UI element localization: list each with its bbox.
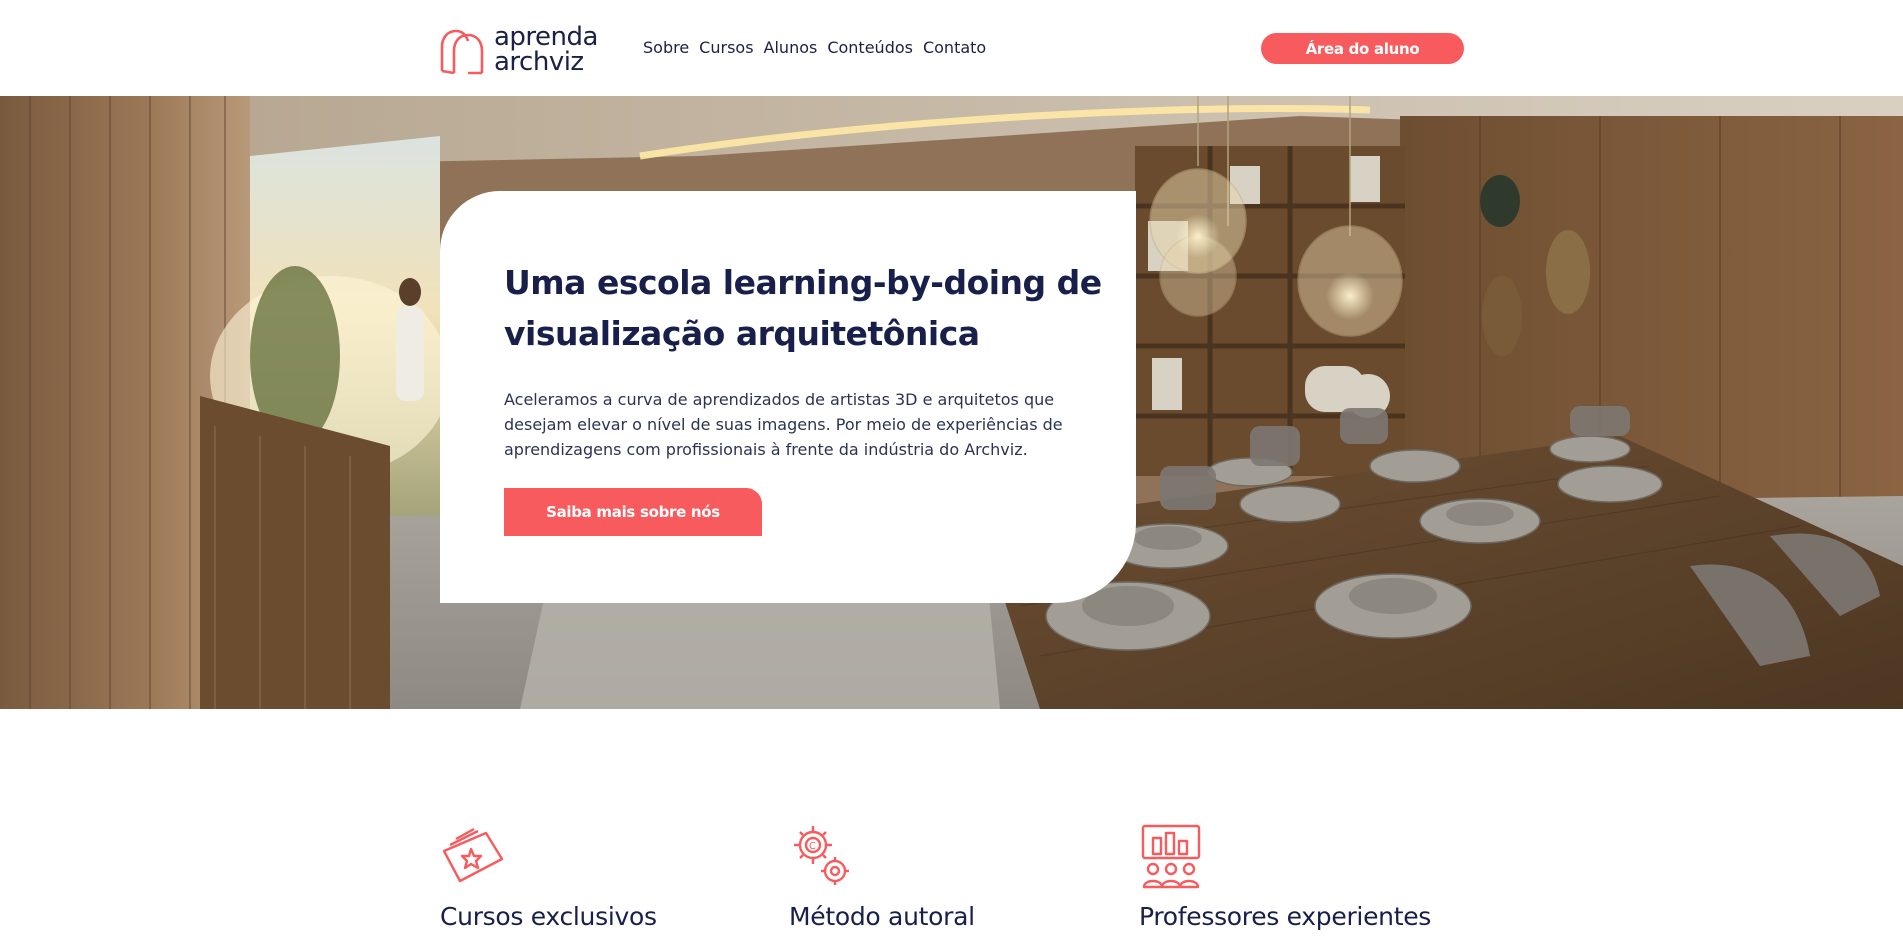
feature-cursos-exclusivos: Cursos exclusivos [440,823,760,931]
gears-icon: C [794,826,849,885]
hero-description: Aceleramos a curva de aprendizados de ar… [504,390,1063,459]
logo-arch-icon [440,29,484,75]
tickets-icon [442,827,504,883]
saiba-mais-button[interactable]: Saiba mais sobre nós [504,488,762,536]
hero-title: Uma escola learning-by-doing de visualiz… [504,263,1102,353]
main-nav: Sobre Cursos Alunos Conteúdos Contato [643,38,986,57]
feature-professores-experientes: Professores experientes [1139,823,1459,931]
site-header: aprenda archviz Sobre Cursos Alunos Cont… [0,0,1903,96]
nav-conteudos[interactable]: Conteúdos [827,38,913,57]
svg-text:C: C [809,841,816,852]
area-do-aluno-button[interactable]: Área do aluno [1261,33,1464,64]
nav-contato[interactable]: Contato [923,38,986,57]
presentation-icon [1141,824,1201,889]
hero-card: Uma escola learning-by-doing de visualiz… [440,191,1136,603]
nav-alunos[interactable]: Alunos [764,38,818,57]
nav-sobre[interactable]: Sobre [643,38,689,57]
feature-metodo-autoral: C Método autoral [789,823,1109,931]
nav-cursos[interactable]: Cursos [699,38,753,57]
logo[interactable]: aprenda archviz [438,24,608,76]
logo-text: aprenda archviz [494,24,598,77]
logo-line-2: archviz [494,47,584,77]
feature-title: Professores experientes [1139,902,1432,931]
feature-title: Método autoral [789,902,975,931]
hero-section: Uma escola learning-by-doing de visualiz… [0,96,1903,709]
feature-title: Cursos exclusivos [440,902,657,931]
